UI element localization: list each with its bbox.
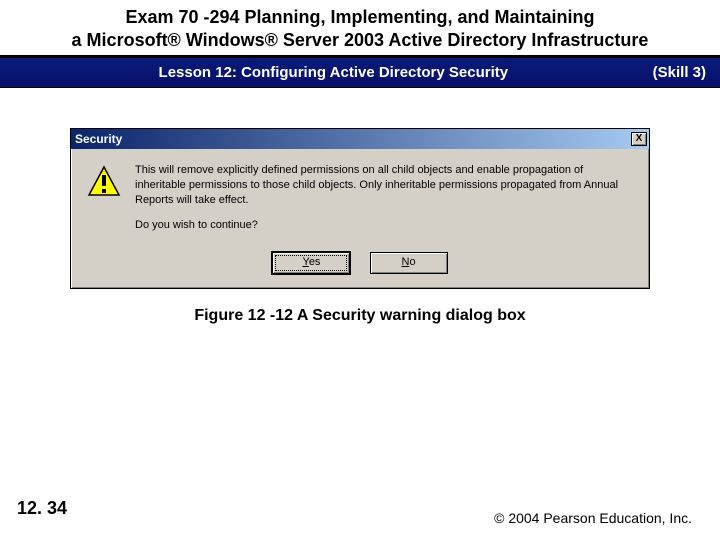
figure-caption: Figure 12 -12 A Security warning dialog … (40, 307, 680, 325)
dialog-body: This will remove explicitly defined perm… (71, 149, 649, 248)
slide-subheader: Lesson 12: Configuring Active Directory … (0, 58, 720, 88)
yes-button[interactable]: Yes (272, 252, 350, 274)
dialog-titlebar: Security X (71, 129, 649, 149)
slide: Exam 70 -294 Planning, Implementing, and… (0, 0, 720, 540)
skill-label: (Skill 3) (653, 64, 706, 81)
slide-footer: 12. 34 © 2004 Pearson Education, Inc. (0, 481, 720, 540)
close-icon: X (636, 133, 643, 144)
dialog-prompt: Do you wish to continue? (135, 218, 633, 233)
dialog-button-row: Yes No (71, 248, 649, 288)
dialog-title: Security (75, 132, 631, 146)
title-line-1: Exam 70 -294 Planning, Implementing, and… (125, 7, 594, 27)
yes-hotkey: Y (302, 256, 308, 268)
no-rest: o (409, 256, 415, 268)
slide-title: Exam 70 -294 Planning, Implementing, and… (10, 6, 710, 51)
dialog-message: This will remove explicitly defined perm… (135, 163, 633, 208)
warning-icon (87, 165, 121, 199)
dialog-message-block: This will remove explicitly defined perm… (135, 163, 633, 242)
title-line-2: a Microsoft® Windows® Server 2003 Active… (72, 30, 649, 50)
security-dialog: Security X This will remove explicitly d… (70, 128, 650, 289)
copyright-text: © 2004 Pearson Education, Inc. (494, 510, 692, 526)
page-number: 12. 34 (10, 491, 74, 526)
yes-rest: es (309, 256, 321, 268)
lesson-label: Lesson 12: Configuring Active Directory … (14, 64, 653, 81)
slide-header: Exam 70 -294 Planning, Implementing, and… (0, 0, 720, 58)
slide-content: Security X This will remove explicitly d… (0, 88, 720, 325)
no-button[interactable]: No (370, 252, 448, 274)
close-button[interactable]: X (631, 132, 647, 146)
